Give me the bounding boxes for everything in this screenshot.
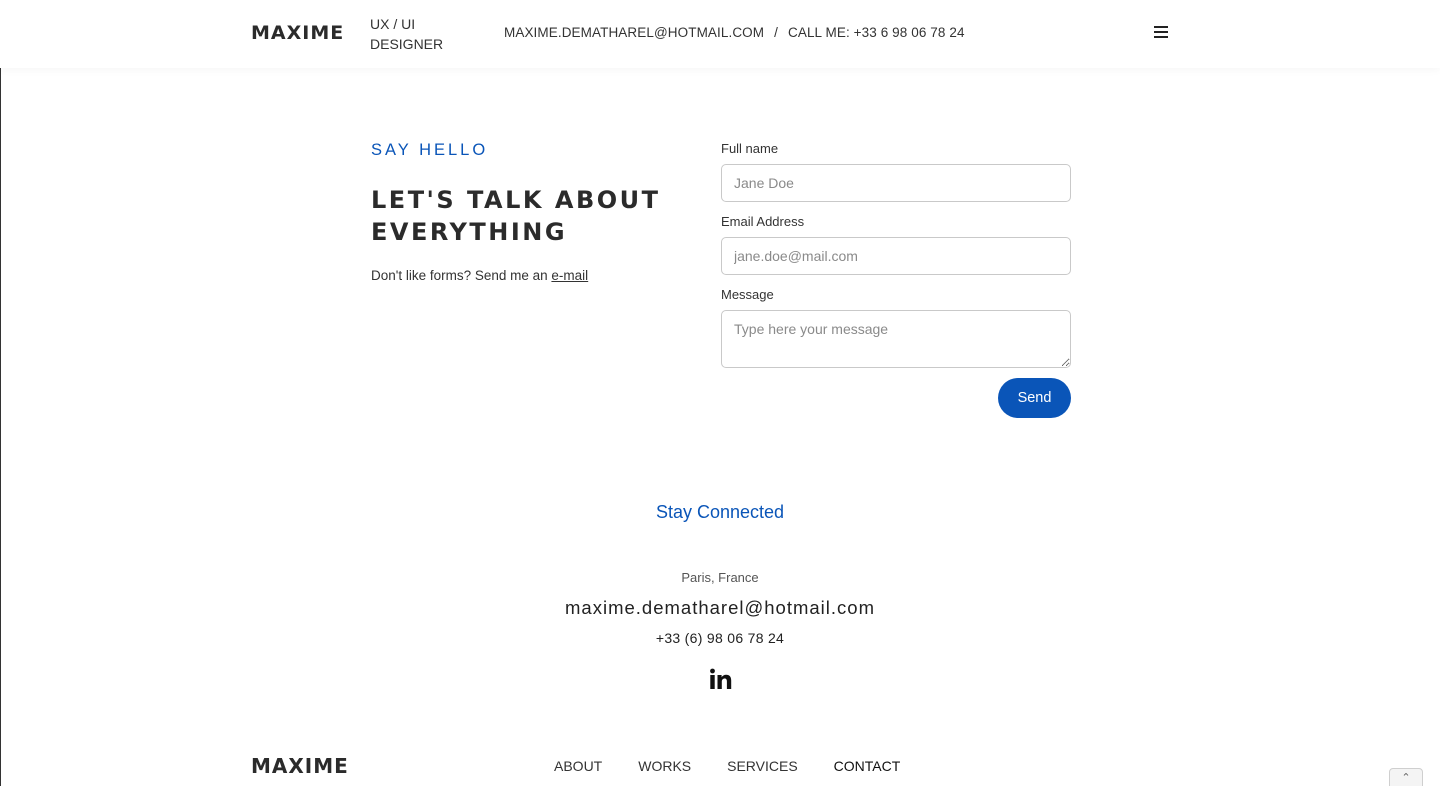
footer-logo[interactable]: MAXIME [251, 754, 349, 778]
header-email-link[interactable]: MAXIME.DEMATHAREL@HOTMAIL.COM [504, 25, 764, 40]
contact-phone[interactable]: +33 (6) 98 06 78 24 [0, 630, 1440, 646]
header-phone-link[interactable]: CALL ME: +33 6 98 06 78 24 [788, 25, 965, 40]
chevron-up-icon: ⌃ [1401, 772, 1411, 784]
contact-email[interactable]: maxime.dematharel@hotmail.com [0, 597, 1440, 619]
message-label: Message [721, 287, 774, 302]
location-text: Paris, France [681, 570, 759, 585]
email-input[interactable] [721, 237, 1071, 275]
site-header: MAXIME UX / UI DESIGNER MAXIME.DEMATHARE… [0, 0, 1440, 68]
section-eyebrow: SAY HELLO [371, 141, 489, 159]
footer-nav-works[interactable]: WORKS [638, 758, 691, 774]
forms-note: Don't like forms? Send me an e-mail [371, 268, 588, 283]
stay-connected-title: Stay Connected [655, 502, 785, 522]
role-tagline: UX / UI DESIGNER [370, 16, 444, 52]
email-label: Email Address [721, 214, 805, 229]
page-headline: LET'S TALK ABOUT EVERYTHING [371, 186, 661, 246]
full-name-label: Full name [721, 141, 779, 156]
footer-nav-contact[interactable]: CONTACT [834, 758, 901, 774]
left-border [0, 0, 1, 786]
send-button[interactable]: Send [998, 378, 1071, 418]
email-link[interactable]: e-mail [551, 268, 588, 283]
full-name-input[interactable] [721, 164, 1071, 202]
header-separator: / [774, 25, 778, 40]
hamburger-menu-icon[interactable] [1152, 26, 1170, 42]
header-contact: MAXIME.DEMATHAREL@HOTMAIL.COM / CALL ME: +… [504, 25, 965, 40]
footer-nav: ABOUT WORKS SERVICES CONTACT [554, 758, 936, 774]
scroll-to-top-button[interactable]: ⌃ [1389, 768, 1423, 786]
header-logo[interactable]: MAXIME [251, 22, 344, 44]
footer-nav-services[interactable]: SERVICES [727, 758, 798, 774]
linkedin-icon[interactable] [709, 668, 733, 690]
forms-note-text: Don't like forms? Send me an [371, 268, 552, 283]
message-textarea[interactable] [721, 310, 1071, 368]
footer-nav-about[interactable]: ABOUT [554, 758, 602, 774]
